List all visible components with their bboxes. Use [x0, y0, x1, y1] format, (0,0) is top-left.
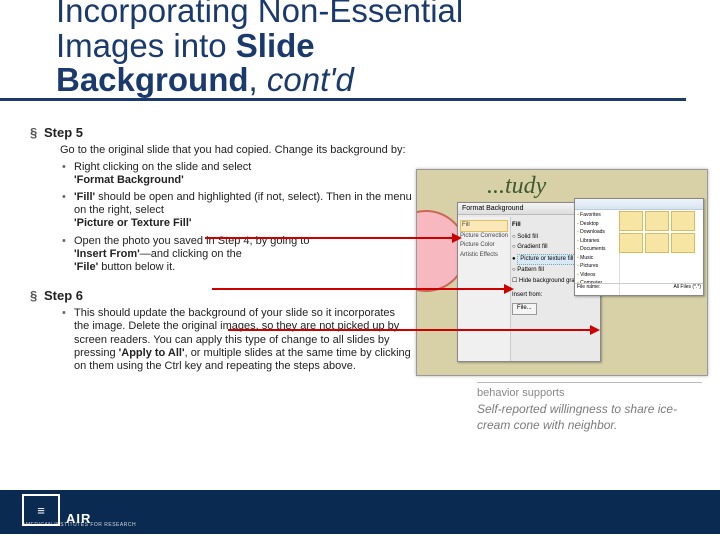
step5-bullet-2: 'Fill' should be open and highlighted (i… [74, 191, 416, 231]
file-explorer: FavoritesDesktopDownloadsLibrariesDocume… [574, 198, 704, 296]
step5-heading: Step 5 [44, 125, 416, 140]
footer-bar: ≡ AIR AMERICAN INSTITUTES FOR RESEARCH [0, 490, 720, 534]
air-logo: ≡ AIR AMERICAN INSTITUTES FOR RESEARCH [22, 494, 91, 526]
arrow-1 [205, 237, 460, 239]
screenshot-figure: ...tudy Format Background Fill Picture C… [416, 169, 708, 376]
arrow-2 [212, 288, 512, 290]
arrow-3 [228, 329, 598, 331]
figure-caption: behavior supports Self-reported willingn… [477, 382, 702, 433]
step5-bullet-3: Open the photo you saved in Step 4, by g… [74, 235, 416, 275]
step6-heading: Step 6 [44, 288, 416, 303]
step6-bullet-1: This should update the background of you… [74, 307, 416, 373]
file-button: File... [512, 303, 537, 315]
step5-bullet-1: Right clicking on the slide and select '… [74, 161, 416, 187]
step5-intro: Go to the original slide that you had co… [60, 144, 416, 158]
slide-title: Incorporating Non-Essential Images into … [0, 0, 686, 101]
bg-text: ...tudy [487, 173, 546, 200]
